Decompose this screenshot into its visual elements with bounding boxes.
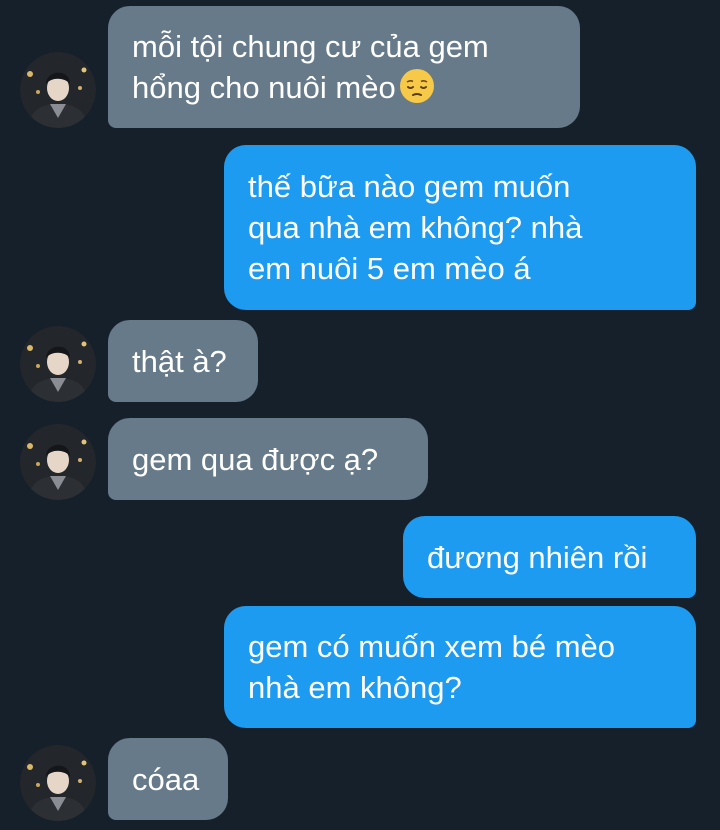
avatar-photo-icon	[20, 52, 96, 128]
message-text: gem có muốn xem bé mèo nhà em không?	[248, 629, 616, 705]
message-bubble-outgoing[interactable]: đương nhiên rồi	[403, 516, 696, 598]
message-bubble-outgoing[interactable]: gem có muốn xem bé mèo nhà em không?	[224, 606, 696, 728]
message-text: gem qua được ạ?	[132, 441, 379, 477]
sender-avatar[interactable]	[20, 745, 96, 821]
message-bubble-incoming[interactable]: gem qua được ạ?	[108, 418, 428, 500]
message-bubble-incoming[interactable]: thật à?	[108, 320, 258, 402]
sender-avatar[interactable]	[20, 52, 96, 128]
message-text: thật à?	[132, 343, 227, 379]
message-text: đương nhiên rồi	[427, 539, 648, 575]
message-bubble-incoming[interactable]: cóaa	[108, 738, 228, 820]
avatar-photo-icon	[20, 326, 96, 402]
message-bubble-incoming[interactable]: mỗi tội chung cư của gem hổng cho nuôi m…	[108, 6, 580, 128]
sender-avatar[interactable]	[20, 424, 96, 500]
sender-avatar[interactable]	[20, 326, 96, 402]
avatar-photo-icon	[20, 745, 96, 821]
pensive-face-icon	[398, 67, 436, 105]
message-bubble-outgoing[interactable]: thế bữa nào gem muốn qua nhà em không? n…	[224, 145, 696, 310]
avatar-photo-icon	[20, 424, 96, 500]
chat-thread[interactable]: mỗi tội chung cư của gem hổng cho nuôi m…	[0, 0, 720, 830]
message-text: cóaa	[132, 761, 200, 797]
message-text: thế bữa nào gem muốn qua nhà em không? n…	[248, 169, 583, 286]
